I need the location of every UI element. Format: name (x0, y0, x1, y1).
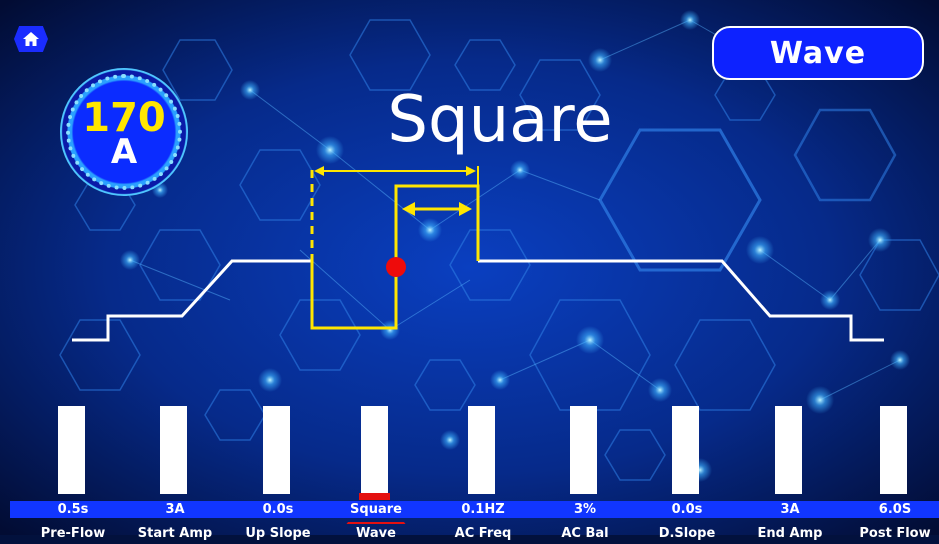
welding-profile-line (72, 259, 312, 342)
current-gauge[interactable]: 170 A (60, 68, 188, 196)
param-value: 0.0s (262, 502, 294, 517)
param-level-bar[interactable] (468, 406, 495, 494)
period-arrow (314, 166, 476, 176)
waveform-name: Square (387, 83, 613, 157)
pulse-width-arrow (402, 202, 472, 216)
square-wave-line (310, 184, 480, 330)
param-end-amp[interactable]: 3A End Amp (740, 404, 840, 541)
param-label: Wave (356, 526, 396, 541)
current-unit: A (110, 132, 138, 172)
param-level-bar[interactable] (775, 406, 802, 494)
param-value: 0.5s (57, 502, 89, 517)
param-level-bar[interactable] (263, 406, 290, 494)
param-ac-freq[interactable]: 0.1HZ AC Freq (433, 404, 533, 541)
mode-title: Wave (769, 35, 867, 71)
param-level-bar[interactable] (880, 406, 907, 494)
param-label: Start Amp (137, 526, 213, 541)
param-level-bar[interactable] (58, 406, 85, 494)
param-d-slope[interactable]: 0.0s D.Slope (637, 404, 737, 541)
param-level-bar[interactable] (672, 406, 699, 494)
param-label: End Amp (757, 526, 823, 541)
welding-profile-line-tail (478, 259, 884, 342)
mode-title-badge: Wave (712, 26, 924, 80)
home-button[interactable] (14, 26, 48, 52)
param-up-slope[interactable]: 0.0s Up Slope (228, 404, 328, 541)
active-marker (359, 493, 390, 500)
param-label: D.Slope (658, 526, 716, 541)
param-value: 0.0s (671, 502, 703, 517)
param-level-bar[interactable] (361, 406, 388, 494)
param-label: Post Flow (859, 526, 931, 541)
balance-point[interactable] (386, 257, 406, 277)
param-value: 3% (573, 502, 597, 517)
param-wave[interactable]: Square Wave (326, 404, 426, 541)
param-value: 3A (780, 502, 800, 517)
param-value: Square (350, 502, 402, 517)
param-pre-flow[interactable]: 0.5s Pre-Flow (23, 404, 123, 541)
param-value: 0.1HZ (461, 502, 505, 517)
param-value: 3A (165, 502, 185, 517)
param-level-bar[interactable] (570, 406, 597, 494)
param-post-flow[interactable]: 6.0S Post Flow (845, 404, 939, 541)
home-icon (23, 32, 39, 46)
param-ac-bal[interactable]: 3% AC Bal (535, 404, 635, 541)
param-start-amp[interactable]: 3A Start Amp (125, 404, 225, 541)
param-value: 6.0S (878, 502, 912, 517)
param-level-bar[interactable] (160, 406, 187, 494)
